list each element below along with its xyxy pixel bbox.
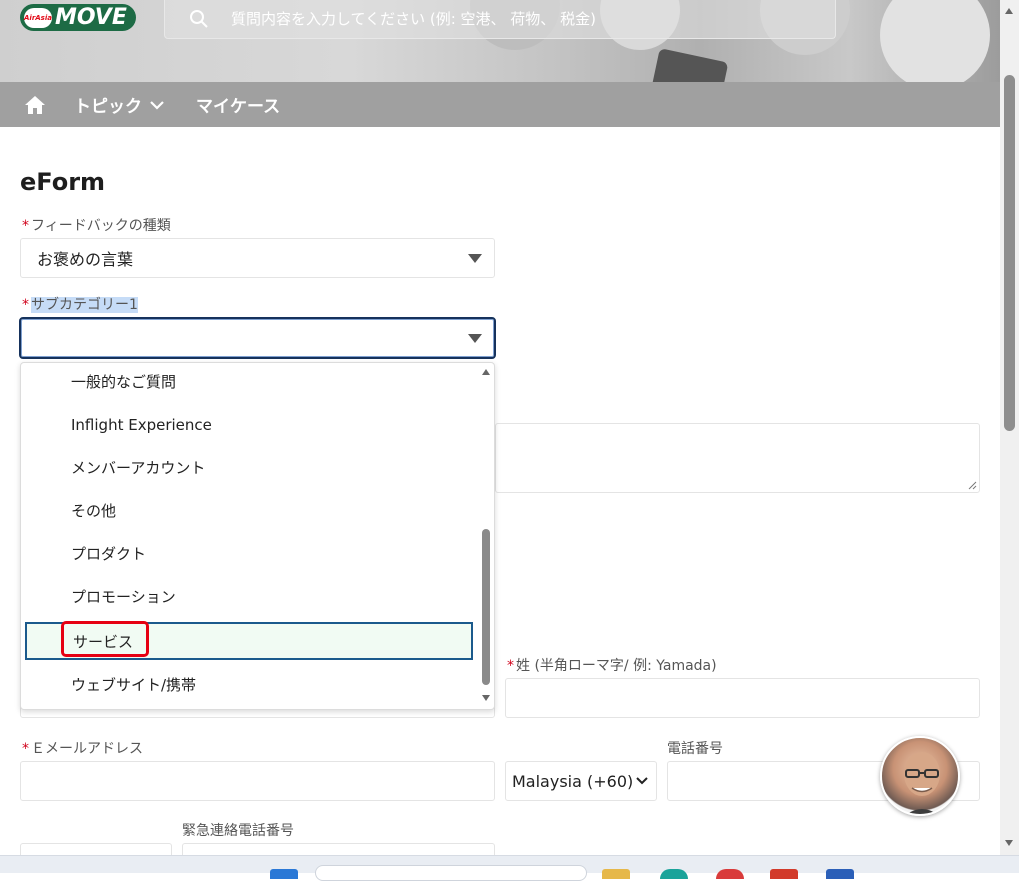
- email-label: * Ｅメールアドレス: [22, 738, 143, 758]
- emergency-phone-label: 緊急連絡電話番号: [182, 823, 294, 839]
- resize-handle-icon[interactable]: [968, 481, 977, 490]
- dropdown-option-active[interactable]: サービス: [25, 621, 473, 660]
- nav-topic-menu[interactable]: トピック: [74, 92, 164, 117]
- page-scroll-thumb[interactable]: [1004, 75, 1015, 431]
- email-input[interactable]: [20, 761, 495, 801]
- scroll-down-arrow-icon[interactable]: [482, 695, 490, 701]
- dropdown-option[interactable]: ウェブサイト/携帯: [21, 663, 481, 706]
- required-asterisk: *: [22, 741, 29, 757]
- page-title: eForm: [20, 168, 106, 196]
- dropdown-option[interactable]: 一般的なご質問: [21, 363, 481, 403]
- logo-word: MOVE: [55, 5, 127, 30]
- option-label: メンバーアカウント: [71, 459, 206, 477]
- app-icon[interactable]: [826, 869, 854, 879]
- scroll-up-arrow-icon[interactable]: [1005, 8, 1013, 14]
- search-icon: [190, 10, 208, 28]
- dropdown-option[interactable]: プロダクト: [21, 532, 481, 575]
- search-input[interactable]: [229, 9, 789, 29]
- option-label: ウェブサイト/携帯: [71, 676, 197, 694]
- phone-country-value: Malaysia (+60): [512, 771, 634, 791]
- option-label: 一般的なご質問: [71, 373, 177, 391]
- feedback-type-select[interactable]: お褒めの言葉: [20, 238, 495, 278]
- logo-brand-mark: AirAsia: [24, 7, 52, 28]
- email-label-text: Ｅメールアドレス: [31, 741, 143, 757]
- start-icon[interactable]: [270, 869, 298, 879]
- feedback-type-value: お褒めの言葉: [37, 250, 134, 269]
- lastname-label: * 姓 (半角ローマ字/ 例: Yamada): [507, 655, 717, 675]
- option-label: Inflight Experience: [71, 415, 212, 434]
- subcategory-label: * サブカテゴリー1: [22, 294, 138, 314]
- app-icon[interactable]: [770, 869, 798, 879]
- comment-textarea[interactable]: [495, 423, 980, 493]
- photo-shape: [880, 0, 990, 82]
- dropdown-option[interactable]: Inflight Experience: [21, 403, 481, 446]
- lastname-label-text: 姓 (半角ローマ字/ 例: Yamada): [516, 658, 717, 674]
- option-label: その他: [71, 502, 117, 520]
- nav-mycase-label: マイケース: [196, 97, 281, 117]
- phone-label: 電話番号: [667, 741, 723, 757]
- avatar-face-icon: [904, 752, 940, 814]
- lastname-input[interactable]: [505, 678, 980, 718]
- browser-icon[interactable]: [660, 869, 688, 879]
- option-label: プロモーション: [71, 588, 176, 606]
- dropdown-option[interactable]: その他: [21, 489, 481, 532]
- page-scrollbar[interactable]: [1000, 0, 1019, 855]
- subcategory-dropdown-list[interactable]: 一般的なご質問 Inflight Experience メンバーアカウント その…: [20, 362, 495, 710]
- scroll-down-arrow-icon[interactable]: [1005, 840, 1013, 846]
- chevron-down-icon: [636, 777, 648, 785]
- required-asterisk: *: [507, 658, 514, 674]
- app-icon[interactable]: [716, 869, 744, 879]
- dropdown-scroll-thumb[interactable]: [482, 529, 490, 685]
- taskbar-search[interactable]: [315, 865, 587, 881]
- subcategory-select[interactable]: [19, 317, 496, 359]
- scroll-up-arrow-icon[interactable]: [482, 369, 490, 375]
- phone-country-select[interactable]: Malaysia (+60): [505, 761, 657, 801]
- nav-topic-label: トピック: [74, 97, 142, 117]
- nav-mycase-link[interactable]: マイケース: [196, 92, 280, 117]
- folder-icon[interactable]: [602, 869, 630, 879]
- home-icon[interactable]: [24, 94, 46, 116]
- feedback-type-label-text: フィードバックの種類: [31, 218, 171, 234]
- search-bar[interactable]: [164, 0, 836, 39]
- caret-down-icon: [468, 254, 482, 263]
- caret-down-icon: [468, 334, 482, 343]
- feedback-type-label: * フィードバックの種類: [22, 215, 171, 235]
- required-asterisk: *: [22, 297, 29, 313]
- dropdown-option[interactable]: プロモーション: [21, 575, 481, 618]
- os-taskbar: [0, 855, 1019, 881]
- nav-bar: トピック マイケース: [0, 82, 1000, 127]
- dropdown-option[interactable]: メンバーアカウント: [21, 446, 481, 489]
- subcategory-label-text: サブカテゴリー1: [31, 297, 138, 313]
- annotation-highlight-box: [61, 621, 149, 657]
- chat-assistant-avatar[interactable]: [880, 736, 960, 816]
- dropdown-scrollbar[interactable]: [480, 363, 492, 709]
- airasia-move-logo[interactable]: AirAsia MOVE: [20, 4, 136, 31]
- chevron-down-icon: [150, 100, 164, 110]
- required-asterisk: *: [22, 218, 29, 234]
- option-label: プロダクト: [71, 545, 147, 563]
- phone-in-photo: [651, 48, 729, 82]
